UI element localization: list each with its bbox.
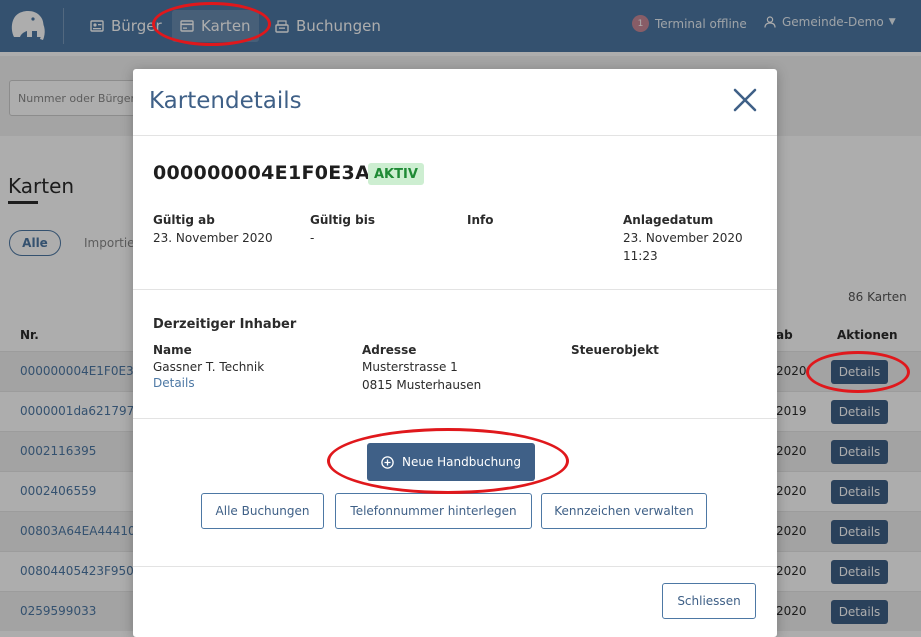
close-icon[interactable] — [730, 85, 760, 115]
valid-from-label: Gültig ab — [153, 213, 215, 227]
created-label: Anlagedatum — [623, 213, 714, 227]
all-bookings-button[interactable]: Alle Buchungen — [201, 493, 324, 529]
holder-details-link[interactable]: Details — [153, 374, 195, 392]
highlight-ring — [806, 351, 910, 393]
address-line-2: 0815 Musterhausen — [362, 378, 482, 392]
highlight-ring — [327, 428, 569, 494]
valid-to-label: Gültig bis — [310, 213, 375, 227]
card-number: 000000004E1F0E3A — [153, 162, 371, 184]
holder-name-label: Name — [153, 343, 192, 357]
holder-section-title: Derzeitiger Inhaber — [153, 317, 297, 332]
card-details-modal: Kartendetails 000000004E1F0E3A AKTIV Gül… — [133, 69, 777, 637]
divider — [133, 289, 777, 290]
valid-from-value: 23. November 2020 — [153, 231, 273, 245]
created-date: 23. November 2020 — [623, 231, 743, 245]
created-time: 11:23 — [623, 249, 658, 263]
modal-title: Kartendetails — [149, 88, 302, 114]
valid-to-value: - — [310, 231, 315, 245]
tax-object-label: Steuerobjekt — [571, 343, 659, 357]
divider — [133, 418, 777, 419]
divider — [133, 566, 777, 567]
phone-number-button[interactable]: Telefonnummer hinterlegen — [335, 493, 532, 529]
status-badge: AKTIV — [368, 163, 424, 185]
highlight-ring — [152, 2, 271, 46]
close-button[interactable]: Schliessen — [662, 583, 756, 619]
modal-header: Kartendetails — [133, 69, 777, 136]
address-line-1: Musterstrasse 1 — [362, 360, 458, 374]
info-label: Info — [467, 213, 494, 227]
manage-plates-button[interactable]: Kennzeichen verwalten — [541, 493, 707, 529]
address-label: Adresse — [362, 343, 417, 357]
